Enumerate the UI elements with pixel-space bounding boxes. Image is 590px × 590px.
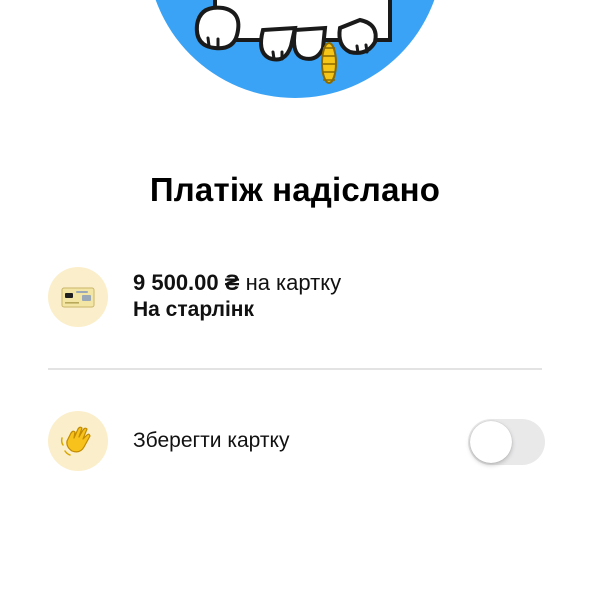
waving-hand-icon-circle <box>48 411 108 471</box>
payment-success-screen: Платіж надіслано 9 500.00 ₴ на картку На… <box>0 0 590 590</box>
payment-amount-line: 9 500.00 ₴ на картку <box>133 270 341 296</box>
payment-recipient: На старлінк <box>133 298 254 321</box>
divider <box>48 368 542 370</box>
waving-hand-icon <box>60 426 91 456</box>
card-icon-circle <box>48 267 108 327</box>
payment-summary: 9 500.00 ₴ на картку На старлінк <box>0 266 590 328</box>
coin-icon <box>321 42 337 84</box>
save-card-row[interactable]: Зберегти картку <box>0 411 590 473</box>
save-card-label: Зберегти картку <box>133 429 290 452</box>
payment-amount: 9 500.00 ₴ <box>133 270 240 295</box>
page-title: Платіж надіслано <box>149 171 441 208</box>
save-card-toggle[interactable] <box>468 419 545 465</box>
cat-illustration <box>155 0 435 98</box>
card-icon <box>61 287 95 308</box>
cat-leg-right <box>292 25 328 61</box>
toggle-knob[interactable] <box>470 421 512 463</box>
payment-destination: на картку <box>245 270 342 295</box>
